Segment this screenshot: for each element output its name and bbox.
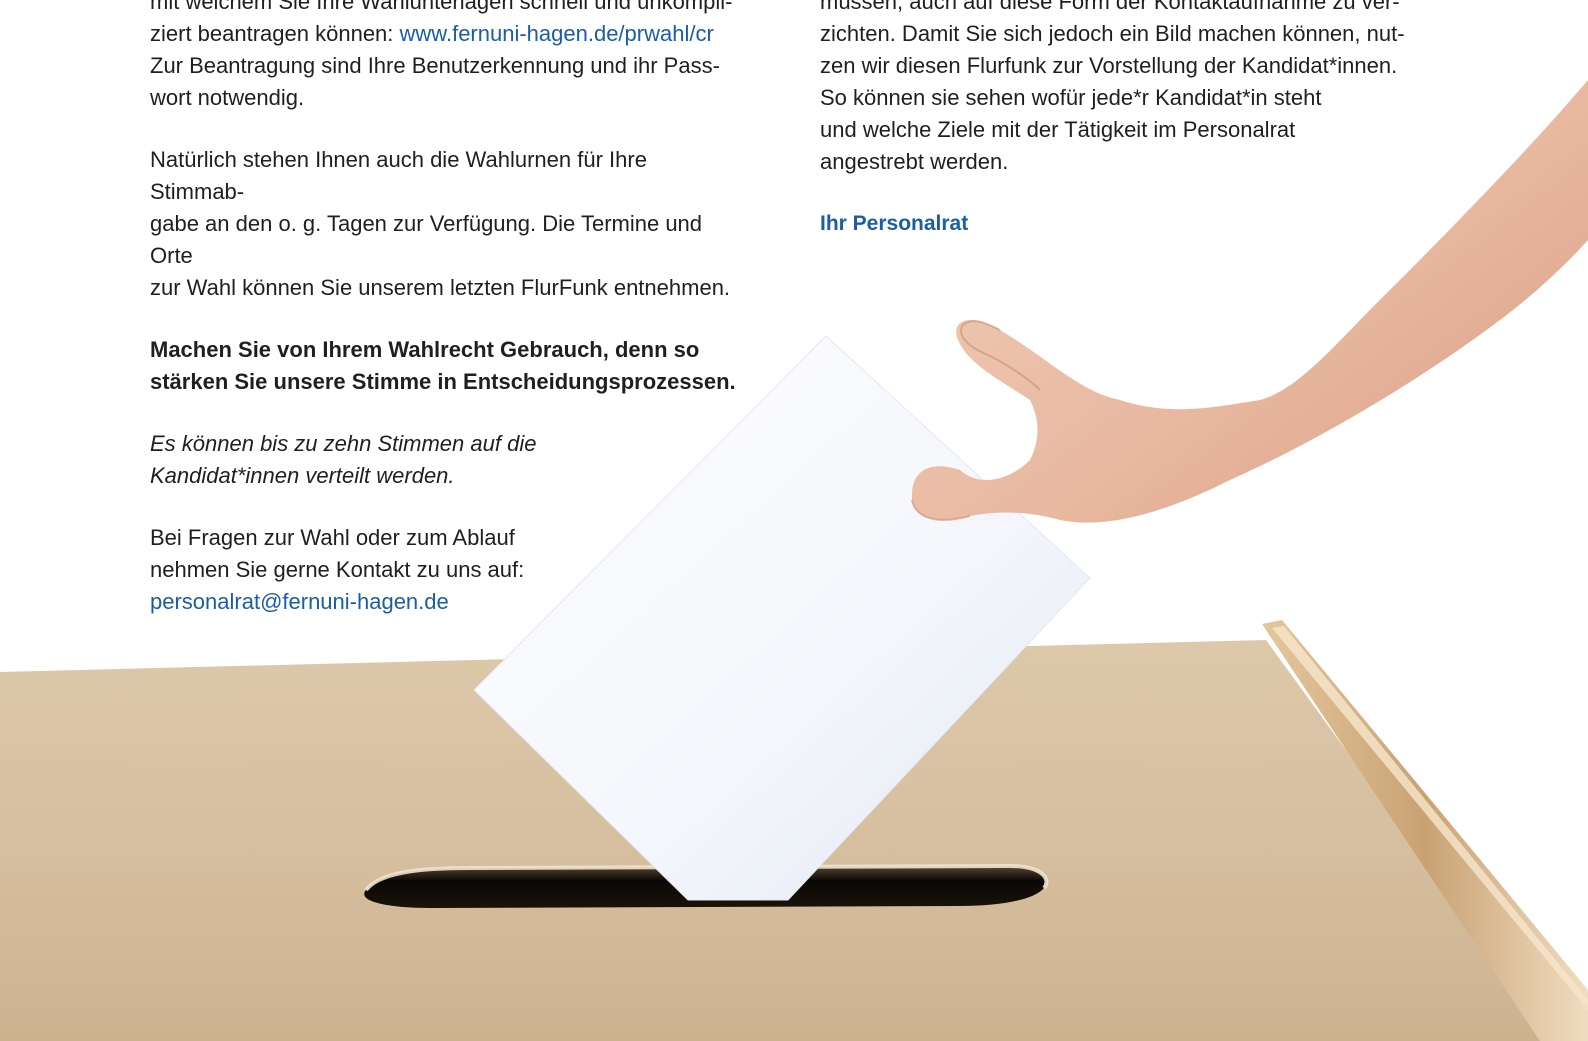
contact-email-link[interactable]: personalrat@fernuni-hagen.de [150,589,449,614]
para2-line1: Natürlich stehen Ihnen auch die Wahlurne… [150,147,647,204]
bold-line1: Machen Sie von Ihrem Wahlrecht Gebrauch,… [150,337,700,362]
ballot-request-paragraph: mit welchem Sie Ihre Wahlunterlagen schn… [150,0,746,114]
right-line1: müssen, auch auf diese Form der Kontakta… [820,0,1400,14]
prwahl-link[interactable]: www.fernuni-hagen.de/prwahl/cr [400,21,714,46]
document-page: mit welchem Sie Ihre Wahlunterlagen schn… [0,0,1588,1041]
para1-line2-prefix: ziert beantragen können: [150,21,400,46]
right-line3: zen wir diesen Flurfunk zur Vorstellung … [820,53,1398,78]
contact-line2: nehmen Sie gerne Kontakt zu uns auf: [150,557,525,582]
votes-note: Es können bis zu zehn Stimmen auf die Ka… [150,428,550,492]
contact-line1: Bei Fragen zur Wahl oder zum Ablauf [150,525,515,550]
ballot-box-paragraph: Natürlich stehen Ihnen auch die Wahlurne… [150,144,746,304]
para1-line3: Zur Beantragung sind Ihre Benutzerkennun… [150,53,720,78]
contact-paragraph: Bei Fragen zur Wahl oder zum Ablauf nehm… [150,522,550,618]
right-line6: angestrebt werden. [820,149,1009,174]
voting-appeal: Machen Sie von Ihrem Wahlrecht Gebrauch,… [150,334,746,398]
right-line5: und welche Ziele mit der Tätigkeit im Pe… [820,117,1296,142]
right-line4: So können sie sehen wofür jede*r Kandida… [820,85,1322,110]
para1-line4: wort notwendig. [150,85,305,110]
para2-line3: zur Wahl können Sie unserem letzten Flur… [150,275,731,300]
italic-line2: Kandidat*innen verteilt werden. [150,463,455,488]
left-text-column: mit welchem Sie Ihre Wahlunterlagen schn… [150,0,746,648]
bold-line2: stärken Sie unsere Stimme in Entscheidun… [150,369,736,394]
italic-line1: Es können bis zu zehn Stimmen auf die [150,431,537,456]
signature: Ihr Personalrat [820,212,969,235]
right-text-column: müssen, auch auf diese Form der Kontakta… [820,0,1420,270]
right-line2: zichten. Damit Sie sich jedoch ein Bild … [820,21,1405,46]
candidates-paragraph: müssen, auch auf diese Form der Kontakta… [820,0,1420,178]
para2-line2: gabe an den o. g. Tagen zur Verfügung. D… [150,211,703,268]
para1-line1: mit welchem Sie Ihre Wahlunterlagen schn… [150,0,733,14]
